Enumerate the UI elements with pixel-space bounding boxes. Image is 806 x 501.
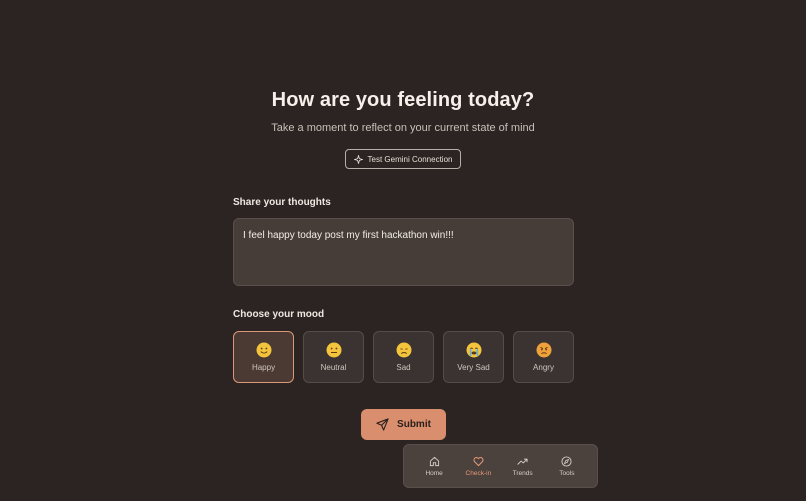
test-gemini-connection-button[interactable]: Test Gemini Connection [345, 149, 461, 169]
nav-item-label: Tools [559, 469, 575, 477]
neutral-emoji-icon [326, 342, 341, 358]
bottom-nav: Home Check-in Trends Tools [403, 444, 598, 488]
thoughts-textarea[interactable]: I feel happy today post my first hackath… [233, 218, 574, 286]
happy-emoji-icon [256, 342, 271, 358]
sparkle-icon [353, 154, 363, 164]
test-gemini-connection-label: Test Gemini Connection [367, 154, 453, 164]
nav-item-label: Home [425, 469, 443, 477]
mood-option-neutral[interactable]: Neutral [303, 331, 364, 383]
nav-item-label: Check-in [465, 469, 492, 477]
mood-option-label: Very Sad [457, 363, 490, 372]
compass-icon [561, 455, 572, 467]
mood-option-label: Neutral [320, 363, 347, 372]
home-icon [429, 456, 440, 467]
very-sad-emoji-icon [466, 342, 481, 358]
mood-option-label: Angry [533, 363, 554, 372]
sad-emoji-icon [396, 342, 411, 358]
mood-label: Choose your mood [233, 309, 325, 320]
mood-option-very-sad[interactable]: Very Sad [443, 331, 504, 383]
mood-option-label: Sad [396, 363, 411, 372]
mood-options: Happy Neutral Sad Very Sad Angry [233, 331, 574, 383]
page-subtitle: Take a moment to reflect on your current… [271, 122, 535, 134]
submit-label: Submit [397, 419, 431, 430]
send-icon [376, 418, 389, 431]
submit-button[interactable]: Submit [361, 409, 446, 440]
nav-item-trends[interactable]: Trends [503, 456, 543, 477]
thoughts-label: Share your thoughts [233, 197, 331, 208]
page-title: How are you feeling today? [271, 89, 535, 111]
mood-option-angry[interactable]: Angry [513, 331, 574, 383]
angry-emoji-icon [536, 342, 551, 358]
mood-option-sad[interactable]: Sad [373, 331, 434, 383]
nav-item-home[interactable]: Home [414, 456, 454, 477]
checkin-page: How are you feeling today? Take a moment… [0, 0, 806, 501]
nav-item-tools[interactable]: Tools [547, 455, 587, 477]
mood-option-label: Happy [251, 363, 276, 372]
heart-icon [473, 456, 484, 467]
trending-up-icon [517, 456, 528, 467]
nav-item-label: Trends [512, 469, 533, 477]
nav-item-check-in[interactable]: Check-in [458, 456, 498, 477]
mood-option-happy[interactable]: Happy [233, 331, 294, 383]
